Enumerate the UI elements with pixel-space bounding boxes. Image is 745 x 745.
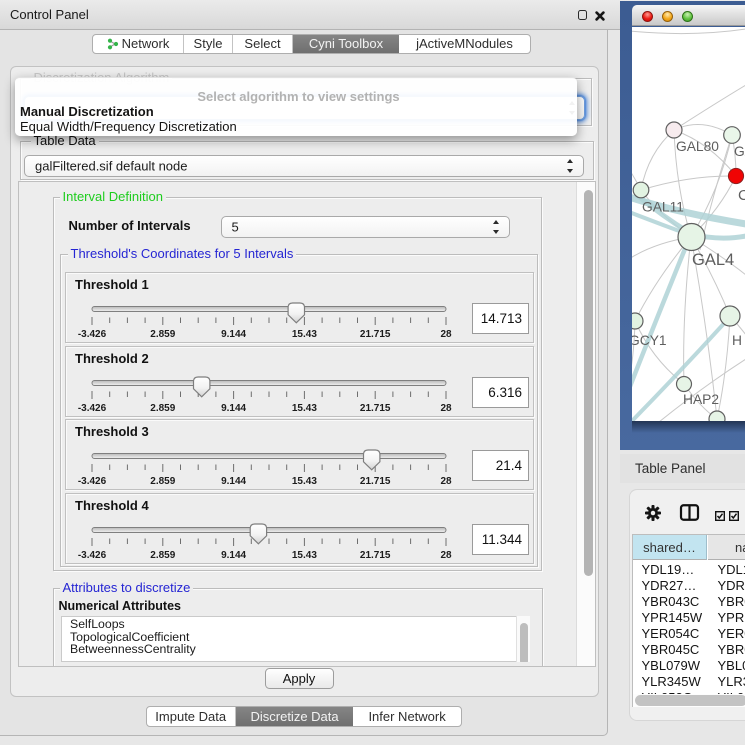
- svg-text:-3.426: -3.426: [78, 550, 107, 561]
- svg-text:28: 28: [440, 403, 452, 414]
- svg-text:2.859: 2.859: [150, 329, 175, 340]
- svg-text:28: 28: [440, 550, 452, 561]
- svg-text:9.144: 9.144: [221, 476, 246, 487]
- svg-text:15.43: 15.43: [292, 403, 317, 414]
- svg-text:HAP2: HAP2: [683, 392, 719, 407]
- svg-text:GA: GA: [734, 144, 745, 159]
- svg-text:GAL4: GAL4: [692, 251, 734, 269]
- svg-text:-3.426: -3.426: [78, 403, 107, 414]
- svg-text:GAL80: GAL80: [676, 139, 719, 154]
- svg-text:21.715: 21.715: [360, 550, 391, 561]
- svg-text:9.144: 9.144: [221, 550, 246, 561]
- svg-text:GAL11: GAL11: [642, 200, 684, 215]
- svg-text:9.144: 9.144: [221, 329, 246, 340]
- svg-text:15.43: 15.43: [292, 550, 317, 561]
- svg-text:C: C: [738, 187, 745, 204]
- svg-text:2.859: 2.859: [150, 550, 175, 561]
- svg-text:2.859: 2.859: [150, 476, 175, 487]
- svg-text:21.715: 21.715: [360, 476, 391, 487]
- svg-text:21.715: 21.715: [360, 329, 391, 340]
- svg-text:-3.426: -3.426: [78, 329, 107, 340]
- svg-text:15.43: 15.43: [292, 476, 317, 487]
- svg-text:28: 28: [440, 476, 452, 487]
- svg-text:15.43: 15.43: [292, 329, 317, 340]
- svg-text:2.859: 2.859: [150, 403, 175, 414]
- svg-text:21.715: 21.715: [360, 403, 391, 414]
- svg-text:9.144: 9.144: [221, 403, 246, 414]
- svg-text:-3.426: -3.426: [78, 476, 107, 487]
- svg-text:GCY1: GCY1: [632, 333, 667, 348]
- svg-text:H: H: [732, 333, 742, 348]
- svg-text:28: 28: [440, 329, 452, 340]
